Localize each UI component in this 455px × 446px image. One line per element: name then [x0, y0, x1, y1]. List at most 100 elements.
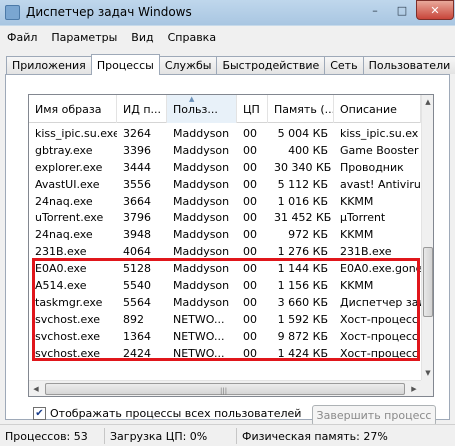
column-cpu[interactable]: ЦП: [237, 95, 268, 123]
show-all-users-row[interactable]: ✔ Отображать процессы всех пользователей: [33, 407, 301, 420]
cell-name: AvastUI.exe: [35, 177, 100, 191]
table-row[interactable]: kiss_ipic.su.exe 3264 Maddyson 00 5 004 КБ ki…: [29, 125, 421, 142]
menu-view[interactable]: Вид: [124, 31, 160, 44]
column-description[interactable]: Описание: [334, 95, 421, 123]
tab-services[interactable]: Службы: [158, 56, 218, 74]
cell-cpu: 00: [243, 245, 257, 259]
table-row[interactable]: [29, 361, 421, 378]
status-cpu: Загрузка ЦП: 0%: [110, 430, 208, 443]
menu-help[interactable]: Справка: [161, 31, 223, 44]
cell-user: Maddyson: [173, 177, 230, 191]
table-row[interactable]: A514.exe 5540 Maddyson 00 1 156 КБ KKMM: [29, 277, 421, 294]
cell-pid: 5564: [123, 295, 151, 309]
column-memory[interactable]: Память (...: [268, 95, 334, 123]
table-row[interactable]: explorer.exe 3444 Maddyson 00 30 340 КБ Прово…: [29, 159, 421, 176]
cell-desc: E0A0.exe.gone: [340, 262, 421, 276]
show-all-users-checkbox[interactable]: ✔: [33, 407, 46, 420]
cell-cpu: 00: [243, 295, 257, 309]
cell-pid: 1364: [123, 329, 151, 343]
menu-bar: Файл Параметры Вид Справка: [0, 26, 455, 48]
menu-file[interactable]: Файл: [0, 31, 44, 44]
cell-name: 24naq.exe: [35, 194, 93, 208]
table-row[interactable]: svchost.exe 892 NETWO... 00 1 592 КБ Хост-про…: [29, 311, 421, 328]
maximize-button[interactable]: □: [389, 0, 415, 20]
scroll-left-icon[interactable]: ◀: [29, 381, 43, 396]
tab-performance[interactable]: Быстродействие: [216, 56, 326, 74]
cell-mem: 31 452 КБ: [274, 211, 332, 225]
processes-panel: Имя образа ИД п... ▲ Польз... ЦП Память …: [5, 74, 450, 426]
table-row[interactable]: uTorrent.exe 3796 Maddyson 00 31 452 КБ µTorr…: [29, 209, 421, 226]
cell-mem: 30 340 КБ: [274, 160, 332, 174]
cell-desc: KKMM: [340, 194, 374, 208]
cell-mem: 972 КБ: [288, 228, 328, 242]
table-row[interactable]: taskmgr.exe 5564 Maddyson 00 3 660 КБ Диспетч…: [29, 294, 421, 311]
close-button[interactable]: ✕: [416, 0, 454, 20]
table-row[interactable]: svchost.exe 1364 NETWO... 00 9 872 КБ Хост-пр…: [29, 328, 421, 345]
cell-cpu: 00: [243, 177, 257, 191]
table-row[interactable]: gbtray.exe 3396 Maddyson 00 400 КБ Game Boost…: [29, 142, 421, 159]
tab-applications[interactable]: Приложения: [6, 56, 92, 74]
column-pid[interactable]: ИД п...: [117, 95, 167, 123]
window-title: Диспетчер задач Windows: [26, 5, 192, 19]
horizontal-scrollbar[interactable]: ◀ ||| ▶: [29, 380, 421, 396]
cell-name: svchost.exe: [35, 312, 101, 326]
status-divider: [104, 428, 105, 444]
cell-pid: 2424: [123, 346, 151, 360]
cell-user: Maddyson: [173, 295, 230, 309]
cell-name: explorer.exe: [35, 160, 103, 174]
cell-name: 231B.exe: [35, 245, 87, 259]
tab-network[interactable]: Сеть: [324, 56, 364, 74]
cell-name: 24naq.exe: [35, 228, 93, 242]
cell-desc: kiss_ipic.su.ex: [340, 126, 419, 140]
tab-users[interactable]: Пользователи: [362, 56, 455, 74]
cell-mem: 400 КБ: [288, 143, 328, 157]
scroll-up-icon[interactable]: ▲: [422, 95, 433, 109]
table-row[interactable]: svchost.exe 2424 NETWO... 00 1 424 КБ Хост-пр…: [29, 345, 421, 362]
column-user-label: Польз...: [173, 102, 218, 116]
scroll-right-icon[interactable]: ▶: [407, 381, 421, 396]
cell-mem: 1 424 КБ: [277, 346, 328, 360]
cell-cpu: 00: [243, 228, 257, 242]
cell-pid: 3664: [123, 194, 151, 208]
cell-pid: 3264: [123, 126, 151, 140]
table-row[interactable]: E0A0.exe 5128 Maddyson 00 1 144 КБ E0A0.exe.g…: [29, 260, 421, 277]
cell-desc: avast! Antivirus: [340, 177, 421, 191]
process-list[interactable]: Имя образа ИД п... ▲ Польз... ЦП Память …: [28, 94, 434, 397]
taskmgr-app-icon: [5, 5, 20, 20]
scroll-down-icon[interactable]: ▼: [422, 366, 433, 380]
grip-icon: |||: [220, 387, 228, 395]
cell-name: kiss_ipic.su.exe: [35, 126, 117, 140]
tab-processes[interactable]: Процессы: [90, 54, 160, 75]
cell-cpu: 00: [243, 194, 257, 208]
cell-user: Maddyson: [173, 262, 230, 276]
cell-pid: 4064: [123, 245, 151, 259]
vertical-scroll-thumb[interactable]: [423, 247, 433, 317]
minimize-button[interactable]: –: [362, 0, 388, 20]
cell-user: Maddyson: [173, 143, 230, 157]
cell-name: A514.exe: [35, 278, 87, 292]
cell-desc: 231B.exe: [340, 245, 392, 259]
menu-options[interactable]: Параметры: [44, 31, 124, 44]
table-row[interactable]: AvastUI.exe 3556 Maddyson 00 5 112 КБ avast! …: [29, 176, 421, 193]
cell-user: Maddyson: [173, 160, 230, 174]
table-row[interactable]: 231B.exe 4064 Maddyson 00 1 276 КБ 231B.exe: [29, 243, 421, 260]
vertical-scrollbar[interactable]: ▲ ▼: [421, 95, 433, 380]
cell-user: Maddyson: [173, 211, 230, 225]
cell-mem: 1 592 КБ: [277, 312, 328, 326]
cell-name: svchost.exe: [35, 329, 101, 343]
table-row[interactable]: 24naq.exe 3948 Maddyson 00 972 КБ KKMM: [29, 226, 421, 243]
cell-user: Maddyson: [173, 126, 230, 140]
cell-desc: Хост-процесс д: [340, 346, 421, 360]
cell-user: Maddyson: [173, 194, 230, 208]
cell-desc: µTorrent: [340, 211, 386, 225]
horizontal-scroll-thumb[interactable]: |||: [45, 383, 405, 395]
cell-cpu: 00: [243, 143, 257, 157]
table-row[interactable]: 24naq.exe 3664 Maddyson 00 1 016 КБ KKMM: [29, 193, 421, 210]
end-process-button[interactable]: Завершить процесс: [312, 405, 436, 426]
cell-desc: KKMM: [340, 228, 374, 242]
column-user[interactable]: ▲ Польз...: [167, 95, 237, 123]
column-image-name[interactable]: Имя образа: [29, 95, 117, 123]
cell-user: Maddyson: [173, 228, 230, 242]
cell-mem: 1 156 КБ: [277, 278, 328, 292]
client-area: Приложения Процессы Службы Быстродействи…: [0, 48, 455, 426]
